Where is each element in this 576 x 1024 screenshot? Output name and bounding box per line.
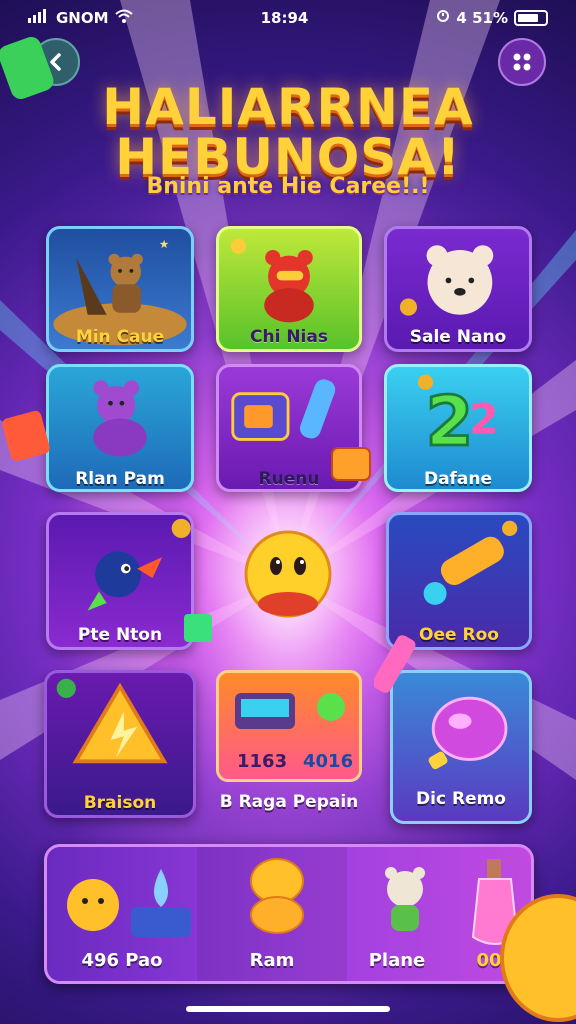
green-cube-icon: [184, 614, 212, 642]
alarm-icon: [436, 9, 450, 27]
status-bar: GNOM 18:94 4 51%: [0, 0, 576, 36]
yellow-blob-mascot-icon: [244, 530, 332, 618]
subtitle: Bnini ante Hie Caree!.!: [146, 174, 430, 199]
game-label: Sale Nano: [409, 327, 507, 347]
gem-decoration: [372, 630, 434, 710]
game-label: Dafane: [423, 469, 493, 489]
reward-label: Plane: [368, 950, 426, 971]
game-label: Braison: [83, 793, 157, 813]
svg-text:2: 2: [426, 382, 474, 462]
game-label: Rlan Pam: [75, 469, 165, 489]
green-gem-icon: [0, 36, 54, 100]
gold-coin-stack-icon: [250, 858, 304, 934]
game-card-sale-nano[interactable]: Sale Nano: [384, 226, 532, 352]
game-title: HALIARRNEA HEBUNOSA!: [60, 82, 516, 182]
score-left: 1163: [237, 751, 288, 772]
game-card-braison[interactable]: Braison: [44, 670, 196, 818]
game-label: Chi Nias: [250, 327, 328, 347]
svg-text:2: 2: [469, 395, 498, 444]
reward-item[interactable]: Plane: [347, 847, 447, 981]
gem-decoration: [2, 410, 52, 464]
pink-key-icon: [372, 635, 416, 693]
gem-decoration: [498, 888, 576, 1024]
arcade-machine-icon: [235, 693, 345, 729]
gem-decoration: [0, 20, 56, 110]
grid-dots-icon: [513, 53, 531, 71]
wifi-icon: [114, 9, 133, 27]
center-mascot[interactable]: [238, 524, 338, 624]
status-right: 4 51%: [436, 9, 548, 27]
reward-label: Ram: [249, 950, 295, 971]
reward-item[interactable]: Ram: [197, 847, 347, 981]
gem-decoration: [180, 610, 216, 646]
game-card-rlan-pam[interactable]: Rlan Pam: [46, 364, 194, 492]
battery-icon: [513, 10, 548, 26]
clock: 18:94: [260, 9, 309, 27]
orange-block-icon: [331, 447, 371, 481]
bear-plush-icon: [385, 867, 425, 931]
red-card-icon: [2, 410, 50, 462]
big-gold-coin-icon: [500, 894, 576, 1022]
home-indicator[interactable]: [186, 1006, 390, 1012]
svg-text:★: ★: [159, 237, 169, 251]
game-label: Pte Nton: [77, 625, 163, 645]
game-label: Dic Remo: [416, 789, 506, 809]
sun-and-flame-icon: [67, 869, 191, 937]
battery-percent: 4 51%: [456, 9, 508, 27]
game-label: Min Caue: [75, 327, 165, 347]
title-line-1: HALIARRNEA: [102, 78, 474, 136]
gem-decoration: [330, 444, 374, 488]
game-card-dafane[interactable]: 2 2 Dafane: [384, 364, 532, 492]
game-card-chi-nias[interactable]: Chi Nias: [216, 226, 362, 352]
game-card-pte-nton[interactable]: Pte Nton: [46, 512, 194, 650]
reward-label: 496 Pao: [81, 950, 163, 971]
reward-item[interactable]: 496 Pao: [47, 847, 197, 981]
game-card-min-caue[interactable]: ★ Min Caue: [46, 226, 194, 352]
game-card-b-raga-pepain[interactable]: 1163 4016 B Raga Pepain: [216, 670, 362, 818]
menu-button[interactable]: [498, 38, 546, 86]
game-label: B Raga Pepain: [219, 792, 359, 812]
score-right: 4016: [303, 751, 354, 772]
carrier-name: GNOM: [56, 9, 109, 27]
score-card: 1163 4016: [216, 670, 362, 782]
bottom-reward-panel: 496 Pao Ram Plane 00: [44, 844, 534, 984]
